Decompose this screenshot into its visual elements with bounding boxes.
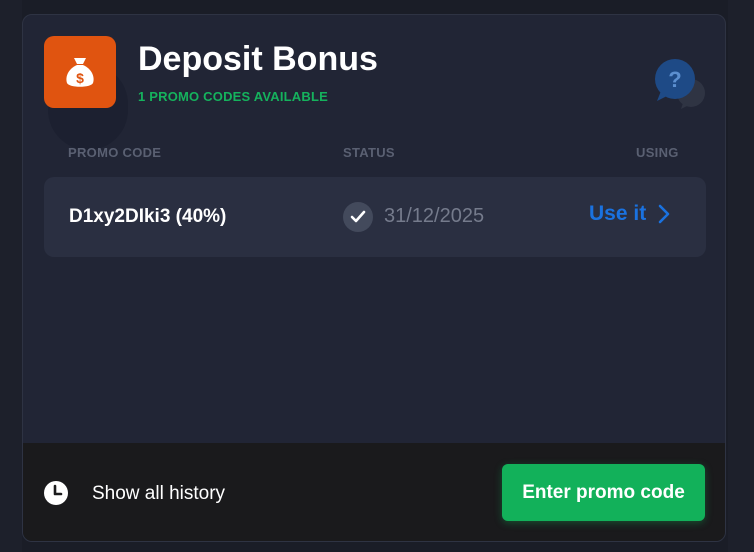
check-icon xyxy=(343,202,373,232)
expiry-date: 31/12/2025 xyxy=(384,205,485,227)
column-header-using: USING xyxy=(636,145,679,160)
deposit-bonus-panel: $ Deposit Bonus 1 PROMO CODES AVAILABLE … xyxy=(22,14,726,542)
promo-row: D1xy2DIki3 (40%) 31/12/2025 Use it xyxy=(44,177,706,257)
chevron-right-icon xyxy=(658,204,670,224)
panel-footer: Show all history Enter promo code xyxy=(23,443,725,541)
left-edge xyxy=(0,0,22,552)
use-it-link[interactable]: Use it xyxy=(589,202,670,226)
use-it-label: Use it xyxy=(589,202,647,225)
right-edge xyxy=(728,0,754,552)
column-header-status: STATUS xyxy=(343,145,395,160)
svg-text:?: ? xyxy=(668,67,681,92)
show-history-link[interactable]: Show all history xyxy=(92,483,225,505)
promo-count-label: 1 PROMO CODES AVAILABLE xyxy=(138,89,328,104)
promo-code-value: D1xy2DIki3 (40%) xyxy=(69,206,227,227)
help-question-icon[interactable]: ? xyxy=(653,57,707,109)
svg-text:$: $ xyxy=(76,70,84,86)
money-bag-icon: $ xyxy=(44,36,116,108)
column-header-promo-code: PROMO CODE xyxy=(68,145,162,160)
enter-promo-code-button[interactable]: Enter promo code xyxy=(502,464,705,521)
clock-icon xyxy=(44,481,68,505)
page-title: Deposit Bonus xyxy=(138,40,378,78)
